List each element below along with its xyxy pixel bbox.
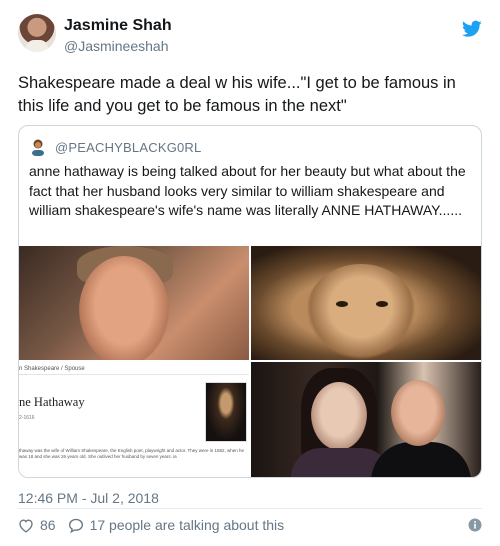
tweet-timestamp[interactable]: 12:46 PM - Jul 2, 2018	[18, 490, 159, 506]
heart-icon[interactable]	[18, 518, 34, 533]
tweet-text: Shakespeare made a deal w his wife..."I …	[18, 74, 456, 115]
talking-about-text[interactable]: 17 people are talking about this	[90, 517, 285, 533]
wiki-title: ne Hathaway	[19, 395, 85, 409]
photo-actor-portrait[interactable]	[19, 246, 249, 360]
quoted-handle[interactable]: @PEACHYBLACKG0RL	[55, 140, 201, 155]
wiki-portrait	[205, 382, 247, 442]
footer-divider	[18, 508, 482, 509]
photo-couple[interactable]	[251, 362, 481, 477]
quoted-tweet-card[interactable]: @PEACHYBLACKG0RL anne hathaway is being …	[18, 125, 482, 478]
wiki-divider	[19, 374, 249, 375]
photo-shakespeare-portrait[interactable]	[251, 246, 481, 360]
author-display-name[interactable]: Jasmine Shah	[64, 17, 172, 35]
profile-avatar[interactable]	[18, 14, 56, 52]
like-count[interactable]: 86	[40, 517, 56, 533]
quoted-tweet-text: anne hathaway is being talked about for …	[29, 163, 466, 218]
wiki-breadcrumb: n Shakespeare / Spouse	[19, 366, 85, 372]
info-icon[interactable]	[468, 518, 482, 532]
quoted-avatar-icon	[32, 139, 44, 156]
wiki-description: thaway was the wife of William Shakespea…	[19, 448, 245, 459]
photo-wikipedia-card[interactable]: n Shakespeare / Spouse ne Hathaway 2-161…	[19, 362, 249, 477]
twitter-bird-icon[interactable]	[462, 20, 482, 38]
tweet-actions: 86 17 people are talking about this	[18, 517, 284, 533]
wiki-dates: 2-1616	[19, 415, 35, 421]
quoted-tweet-header: @PEACHYBLACKG0RL	[29, 138, 201, 156]
photo-grid[interactable]: n Shakespeare / Spouse ne Hathaway 2-161…	[19, 246, 481, 477]
speech-bubble-icon[interactable]	[68, 518, 84, 533]
author-handle[interactable]: @Jasmineeshah	[64, 38, 169, 54]
